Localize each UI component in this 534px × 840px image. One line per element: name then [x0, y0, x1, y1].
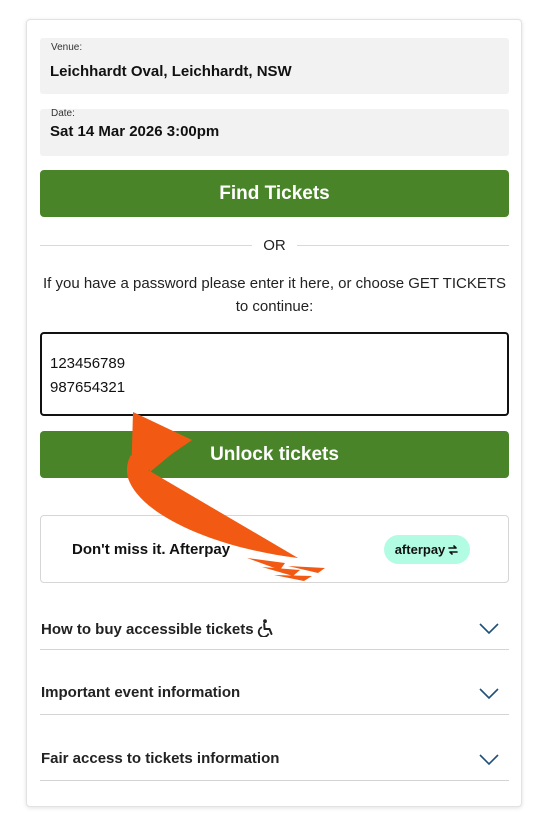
chevron-down-icon [479, 623, 499, 634]
accordion-accessible-tickets[interactable]: How to buy accessible tickets [40, 605, 509, 650]
unlock-tickets-button[interactable]: Unlock tickets [40, 431, 509, 478]
chevron-down-icon [479, 688, 499, 699]
or-divider: OR [40, 236, 509, 256]
or-text: OR [263, 237, 286, 254]
accordion-important-info[interactable]: Important event information [40, 670, 509, 715]
password-helper-text: If you have a password please enter it h… [42, 275, 506, 315]
afterpay-arrows-icon [448, 544, 459, 555]
afterpay-message: Don't miss it. Afterpay [72, 541, 231, 558]
divider-line-right [297, 245, 509, 246]
afterpay-logo: afterpay [384, 535, 470, 564]
password-input[interactable] [40, 332, 509, 416]
accordion-title: Important event information [41, 684, 241, 701]
accordion-title: Fair access to tickets information [41, 750, 280, 767]
accordion-fair-access[interactable]: Fair access to tickets information [40, 736, 509, 781]
venue-field: Venue: Leichhardt Oval, Leichhardt, NSW [40, 38, 509, 94]
divider-line-left [40, 245, 252, 246]
chevron-down-icon [479, 754, 499, 765]
afterpay-badge-text: afterpay [394, 542, 446, 557]
find-tickets-button[interactable]: Find Tickets [40, 170, 509, 217]
venue-value: Leichhardt Oval, Leichhardt, NSW [50, 63, 292, 80]
venue-label: Venue: [51, 42, 83, 53]
date-field: Date: Sat 14 Mar 2026 3:00pm [40, 108, 509, 156]
accordion-title: How to buy accessible tickets [41, 619, 275, 638]
date-value: Sat 14 Mar 2026 3:00pm [50, 123, 220, 140]
date-label: Date: [51, 108, 75, 119]
afterpay-banner: Don't miss it. Afterpay afterpay [40, 515, 509, 583]
wheelchair-icon [257, 619, 273, 637]
